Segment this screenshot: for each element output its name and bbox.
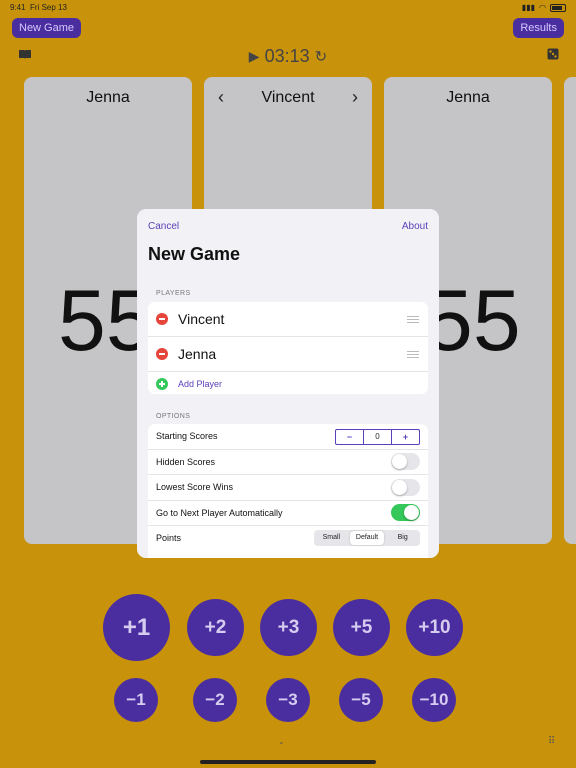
drag-handle-icon[interactable] — [407, 316, 419, 325]
status-icons: ▮▮▮ ◠ — [522, 3, 566, 12]
about-button[interactable]: About — [402, 221, 428, 232]
subtract-1-button[interactable]: −1 — [114, 678, 158, 722]
add-3-button[interactable]: +3 — [260, 599, 317, 656]
player-row[interactable]: Vincent — [148, 302, 428, 337]
starting-scores-value[interactable]: 0 — [363, 430, 392, 444]
subtract-5-button[interactable]: −5 — [339, 678, 383, 722]
add-5-button[interactable]: +5 — [333, 599, 390, 656]
points-small-option[interactable]: Small — [314, 530, 349, 546]
add-10-button[interactable]: +10 — [406, 599, 463, 656]
next-player-row: Go to Next Player Automatically — [148, 501, 428, 526]
players-list: Vincent Jenna Add Player — [148, 302, 428, 394]
wifi-icon: ◠ — [539, 3, 546, 12]
player-score: 55 — [425, 273, 521, 369]
remove-player-icon[interactable] — [156, 348, 168, 360]
subtract-2-button[interactable]: −2 — [193, 678, 237, 722]
add-2-button[interactable]: +2 — [187, 599, 244, 656]
add-1-button[interactable]: +1 — [103, 594, 170, 661]
points-big-option[interactable]: Big — [385, 530, 420, 546]
lowest-score-wins-toggle[interactable] — [391, 478, 420, 496]
next-player-toggle[interactable] — [391, 504, 420, 521]
starting-scores-row: Starting Scores − 0 + — [148, 424, 428, 450]
player-name-field[interactable]: Jenna — [178, 346, 216, 362]
hidden-scores-row: Hidden Scores — [148, 450, 428, 475]
hidden-scores-toggle[interactable] — [391, 453, 420, 470]
cancel-button[interactable]: Cancel — [148, 221, 179, 232]
next-player-label: Go to Next Player Automatically — [156, 507, 283, 518]
chevron-right-icon[interactable]: › — [352, 87, 358, 108]
points-label: Points — [156, 533, 182, 544]
sheet-title: New Game — [148, 244, 241, 264]
results-button[interactable]: Results — [513, 18, 564, 38]
player-name: Jenna — [86, 89, 130, 106]
options-section-header: OPTIONS — [156, 413, 191, 420]
chevron-down-icon[interactable]: ⌄ — [278, 737, 285, 746]
player-card-partial[interactable] — [564, 77, 576, 544]
remove-player-icon[interactable] — [156, 313, 168, 325]
battery-icon — [550, 3, 566, 12]
status-time: 9:41 Fri Sep 13 — [10, 3, 67, 12]
lowest-score-wins-label: Lowest Score Wins — [156, 482, 234, 493]
home-indicator — [200, 760, 376, 764]
increment-button[interactable]: + — [392, 430, 419, 444]
player-name: Vincent — [261, 89, 315, 106]
dice-icon[interactable] — [547, 48, 559, 63]
status-bar: 9:41 Fri Sep 13 ▮▮▮ ◠ — [0, 0, 576, 14]
player-name: Jenna — [446, 89, 490, 106]
signal-icon: ▮▮▮ — [521, 3, 536, 12]
subtract-3-button[interactable]: −3 — [266, 678, 310, 722]
drag-handle-icon[interactable] — [407, 351, 419, 360]
points-segmented-control: Small Default Big — [314, 530, 420, 546]
player-row[interactable]: Jenna — [148, 337, 428, 372]
add-player-icon[interactable] — [156, 377, 168, 390]
decrement-button[interactable]: − — [336, 430, 363, 444]
add-player-button[interactable]: Add Player — [178, 379, 222, 389]
options-list: Starting Scores − 0 + Hidden Scores Lowe… — [148, 424, 428, 558]
new-game-sheet: Cancel About New Game PLAYERS Vincent Je… — [137, 209, 439, 558]
timer-value: 03:13 — [264, 45, 310, 66]
players-section-header: PLAYERS — [156, 290, 191, 297]
lowest-score-wins-row: Lowest Score Wins — [148, 475, 428, 501]
player-name-field[interactable]: Vincent — [178, 311, 224, 327]
reset-icon[interactable]: ↻ — [315, 48, 328, 65]
starting-scores-stepper: − 0 + — [335, 429, 420, 445]
points-row: Points Small Default Big — [148, 526, 428, 551]
points-default-option[interactable]: Default — [349, 531, 385, 545]
grid-icon[interactable]: ⠿ — [548, 736, 555, 747]
add-player-row[interactable]: Add Player — [148, 372, 428, 394]
hidden-scores-label: Hidden Scores — [156, 456, 216, 467]
subtract-10-button[interactable]: −10 — [412, 678, 456, 722]
play-icon[interactable]: ▶ — [249, 48, 260, 64]
new-game-button[interactable]: New Game — [12, 18, 82, 38]
starting-scores-label: Starting Scores — [156, 431, 218, 442]
timer: ▶ 03:13 ↻ — [0, 45, 576, 67]
